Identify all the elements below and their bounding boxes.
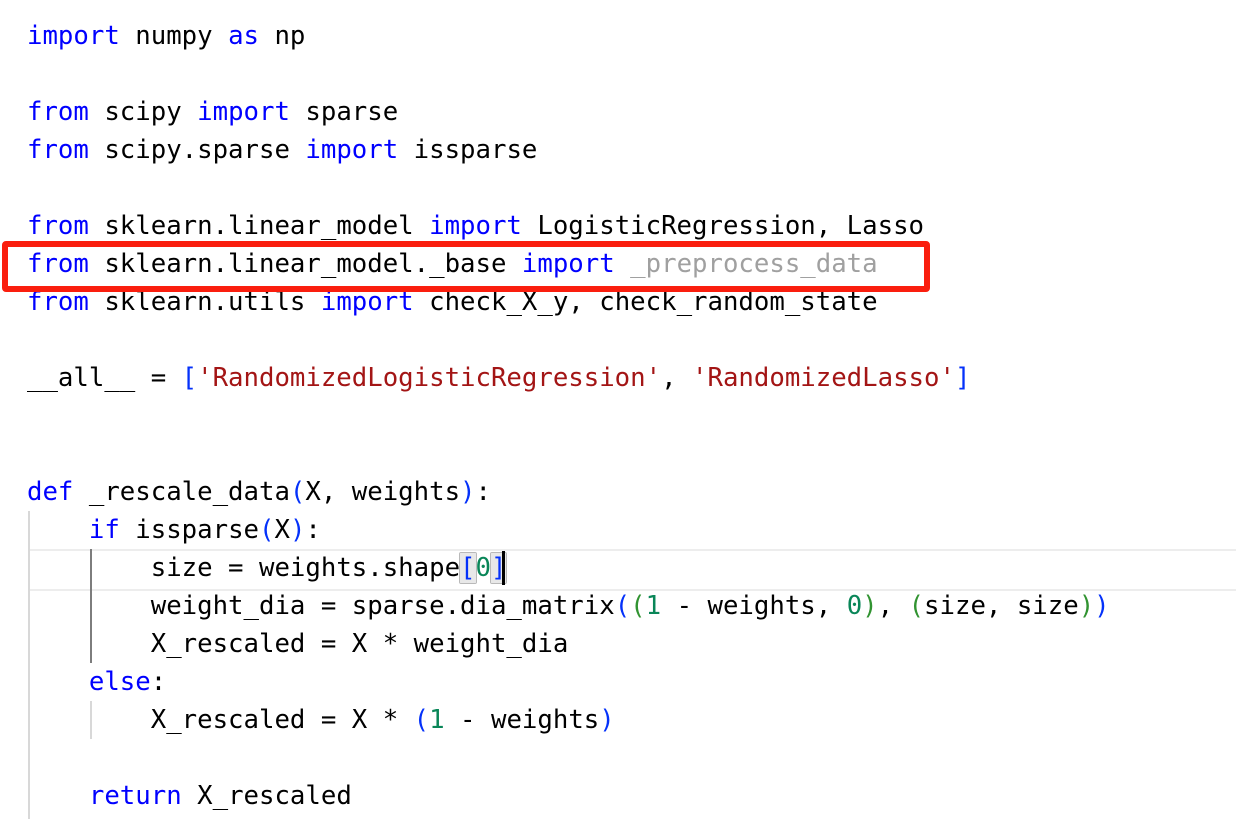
token-dunder-all: __all__ = [27,363,182,393]
code-line-13: def _rescale_data(X, weights): [27,473,491,511]
code-editor[interactable]: import numpy as np from scipy import spa… [0,0,1236,830]
token-close-paren-inner-2: ) [1078,591,1095,621]
token-close-paren: ) [289,515,306,545]
token-module-numpy: numpy [119,21,229,51]
text-caret [502,551,505,585]
token-names-logisticregression-lasso: LogisticRegression, Lasso [521,211,925,241]
code-line-10: __all__ = ['RandomizedLogisticRegression… [27,359,970,397]
token-params-x-weights: X, weights [305,477,461,507]
token-keyword-import: import [27,21,120,51]
token-comma: , [661,363,693,393]
token-number-one: 1 [645,591,662,621]
token-keyword-import: import [305,135,399,165]
token-keyword-import: import [429,211,522,241]
token-module-scipy-sparse: scipy.sparse [88,135,306,165]
token-assign-size-weights-shape: size = weights.shape [150,553,461,583]
code-line-6: from sklearn.linear_model import Logisti… [27,207,924,245]
token-comma: , [877,591,909,621]
token-number-zero: 0 [846,591,863,621]
token-arg-x: X [274,515,290,545]
code-text-layer[interactable]: import numpy as np from scipy import spa… [0,0,1236,830]
token-keyword-import: import [197,97,290,127]
token-close-paren-inner: ) [862,591,878,621]
token-name-issparse: issparse [398,135,538,165]
token-string-randomizedlasso: 'RandomizedLasso' [692,363,955,393]
token-call-issparse: issparse [119,515,259,545]
token-assign-weight-dia: weight_dia = sparse.dia_matrix [150,591,615,621]
code-line-18: else: [27,663,166,701]
token-module-sklearn-linear-model: sklearn.linear_model [88,211,430,241]
token-alias-np: np [259,21,306,51]
token-keyword-from: from [27,97,89,127]
token-expr-minus-weights: - weights [444,705,600,735]
code-line-3: from scipy import sparse [27,93,398,131]
token-keyword-import: import [521,249,615,279]
token-keyword-import: import [320,287,414,317]
code-line-4: from scipy.sparse import issparse [27,131,537,169]
token-colon: : [305,515,321,545]
token-close-paren: ) [599,705,615,735]
token-colon: : [150,667,167,697]
token-keyword-from: from [27,135,89,165]
code-line-19: X_rescaled = X * (1 - weights) [27,701,615,739]
token-keyword-from: from [27,211,89,241]
token-string-randomizedlogisticregression: 'RandomizedLogisticRegression' [197,363,662,393]
code-line-16: weight_dia = sparse.dia_matrix((1 - weig… [27,587,1110,625]
token-keyword-from: from [27,287,89,317]
token-name-preprocess-data-unused: _preprocess_data [614,249,878,279]
token-colon: : [475,477,491,507]
token-close-bracket: ] [954,363,971,393]
code-line-15: size = weights.shape[0] [27,549,507,587]
token-module-sklearn-linear-model-base: sklearn.linear_model._base [88,249,522,279]
token-keyword-return: return [88,781,182,811]
token-number-one: 1 [429,705,445,735]
token-module-scipy: scipy [88,97,198,127]
token-open-paren: ( [259,515,275,545]
token-open-paren: ( [289,477,306,507]
token-expr-minus-weights: - weights, [661,591,847,621]
token-keyword-as: as [228,21,259,51]
token-open-paren: ( [413,705,430,735]
token-open-paren-outer: ( [614,591,631,621]
token-module-sklearn-utils: sklearn.utils [88,287,321,317]
token-assign-x-rescaled-dense: X_rescaled = X * [150,705,414,735]
token-assign-x-rescaled-sparse: X_rescaled = X * weight_dia [150,629,569,659]
token-number-zero: 0 [475,553,491,583]
token-open-paren-inner-2: ( [908,591,925,621]
token-open-bracket-matched: [ [460,553,476,583]
token-function-name-rescale-data: _rescale_data [73,477,290,507]
code-line-7: from sklearn.linear_model._base import _… [27,245,878,283]
token-close-paren-outer: ) [1094,591,1110,621]
token-open-bracket: [ [181,363,198,393]
token-close-paren: ) [460,477,476,507]
token-keyword-from: from [27,249,89,279]
code-line-8: from sklearn.utils import check_X_y, che… [27,283,878,321]
token-return-value-x-rescaled: X_rescaled [181,781,352,811]
token-keyword-def: def [27,477,74,507]
code-line-1: import numpy as np [27,17,305,55]
token-name-sparse: sparse [289,97,399,127]
code-line-14: if issparse(X): [27,511,321,549]
token-args-size-size: size, size [924,591,1079,621]
token-keyword-if: if [88,515,120,545]
code-line-21: return X_rescaled [27,777,352,815]
token-keyword-else: else [88,667,151,697]
token-names-check-x-y-check-random-state: check_X_y, check_random_state [413,287,878,317]
token-open-paren-inner: ( [630,591,646,621]
code-line-17: X_rescaled = X * weight_dia [27,625,569,663]
